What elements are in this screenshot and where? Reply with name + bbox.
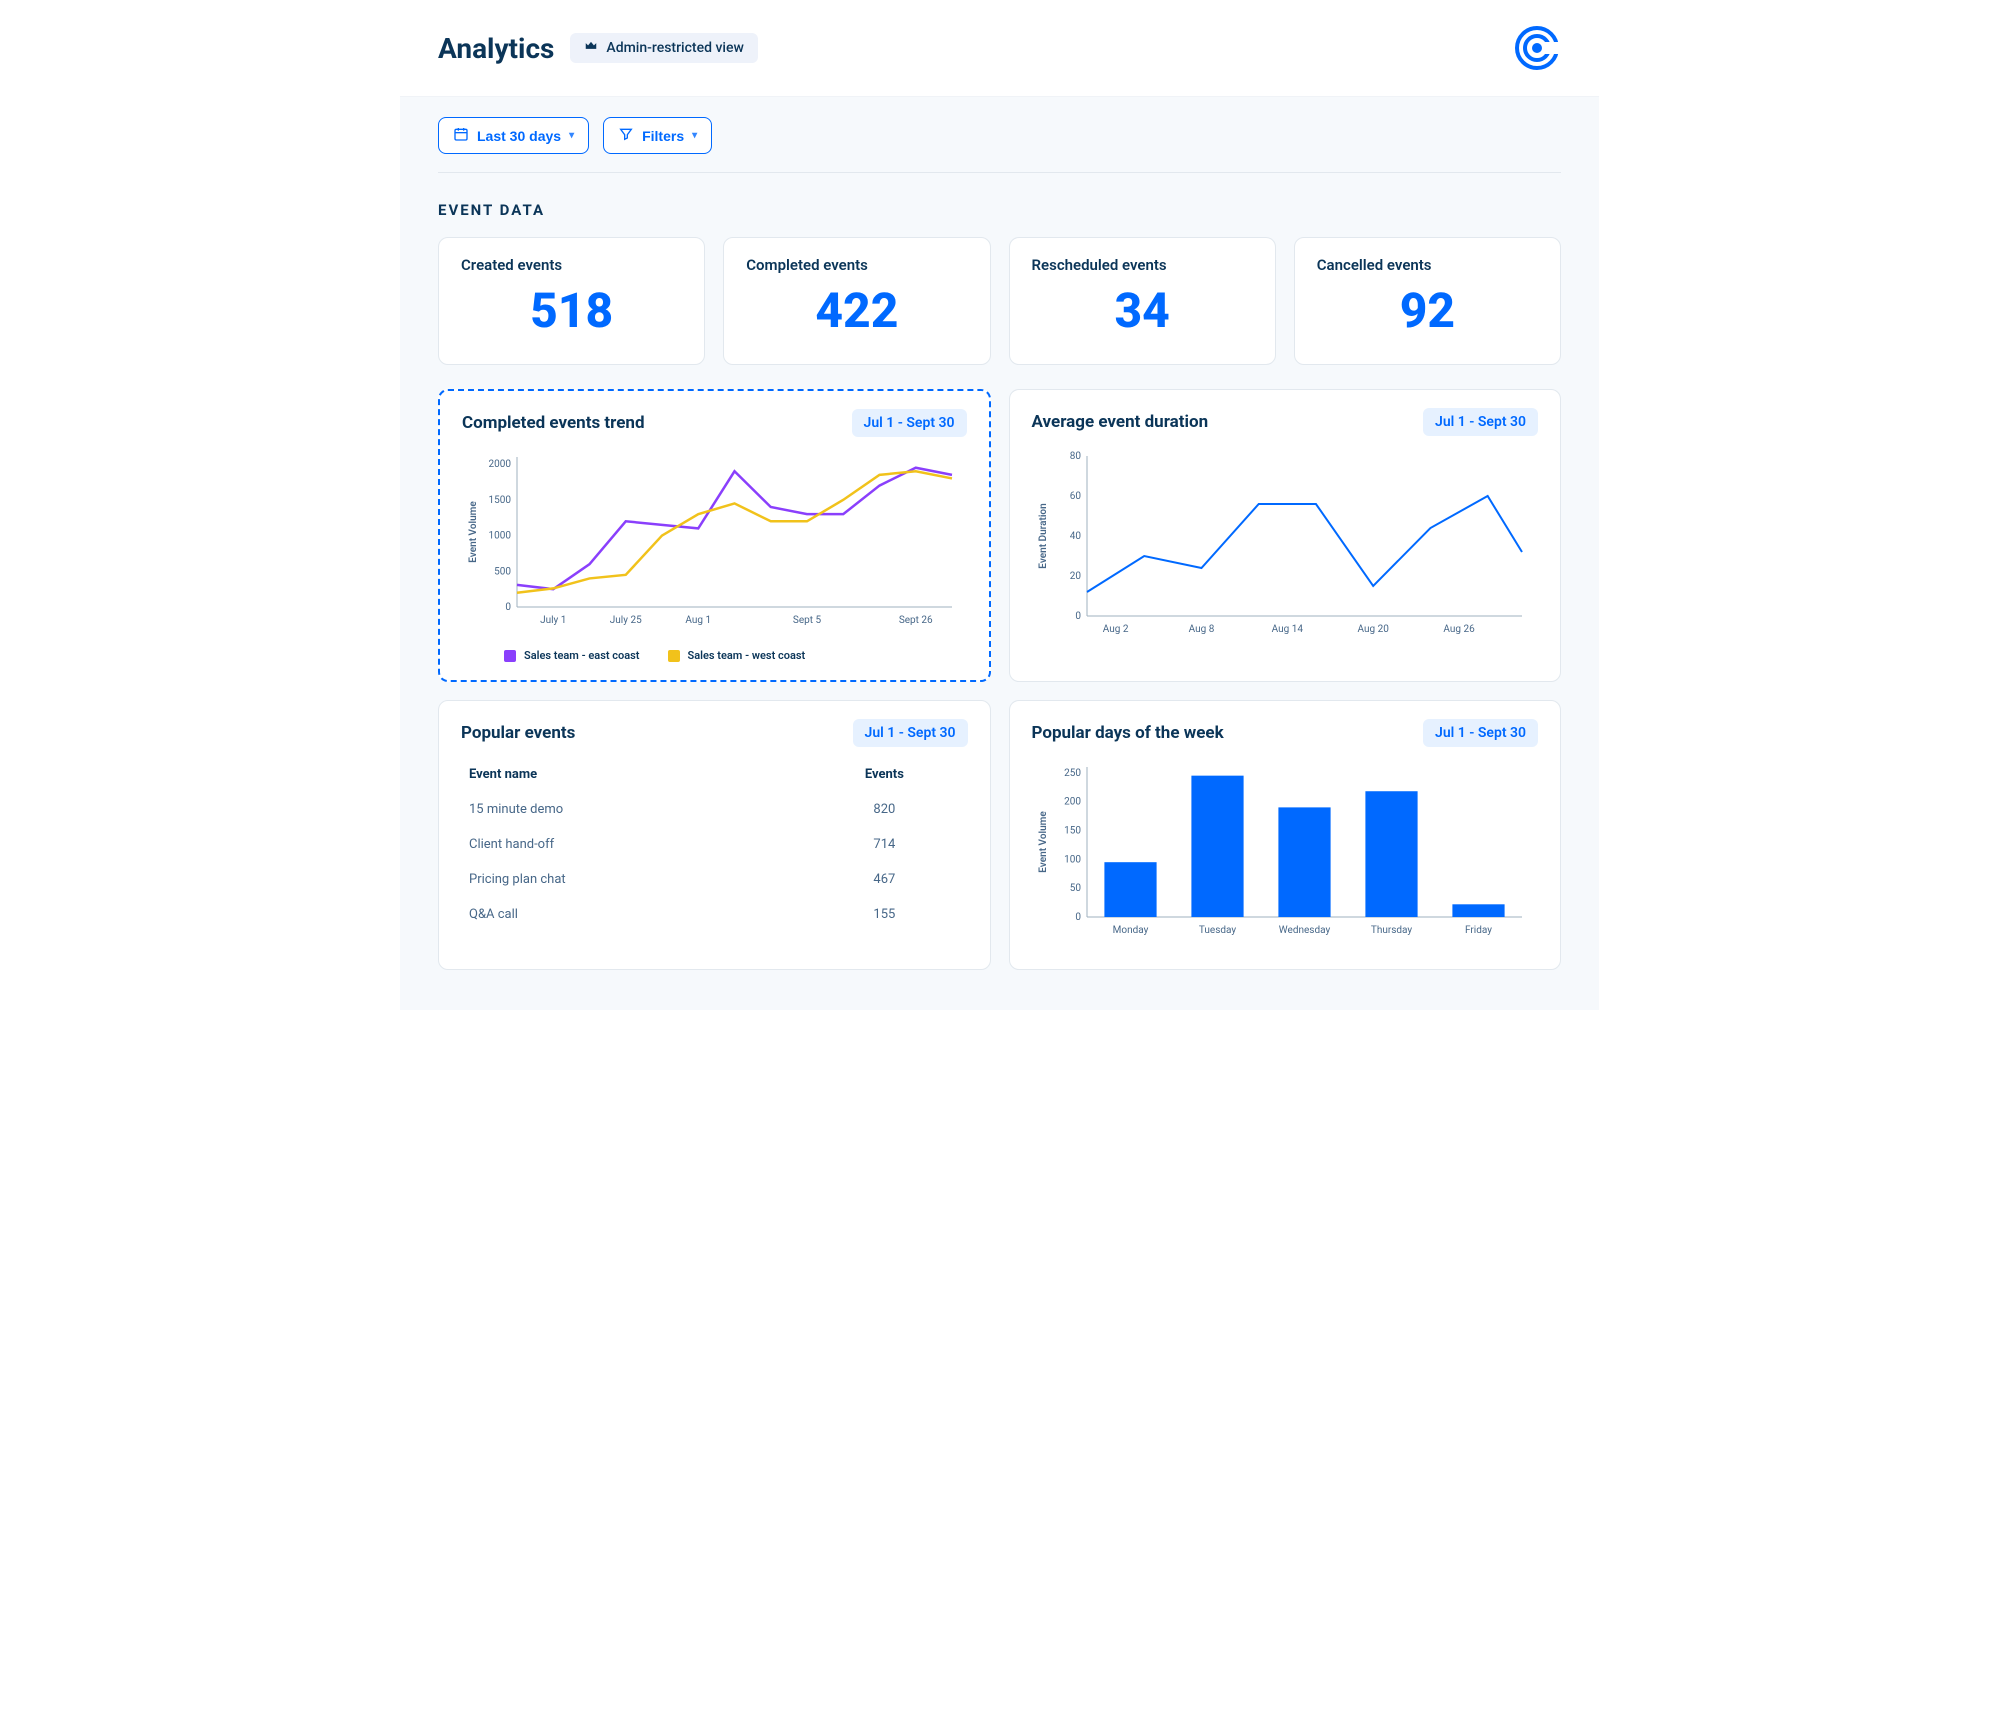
svg-text:Tuesday: Tuesday: [1198, 925, 1235, 936]
cell-event-count: 820: [801, 792, 967, 827]
line-chart: 0 20 40 60 80 Aug 2 Aug 8 Aug 14 Aug 20 Aug 26 Eve…: [1032, 446, 1539, 646]
svg-text:50: 50: [1069, 884, 1081, 895]
kpi-rescheduled-events: Rescheduled events 34: [1009, 237, 1276, 365]
kpi-value: 92: [1317, 280, 1538, 342]
table-row: Q&A call155: [461, 897, 968, 932]
table-row: Pricing plan chat467: [461, 862, 968, 897]
cell-event-name: Q&A call: [461, 897, 801, 932]
cell-event-name: Pricing plan chat: [461, 862, 801, 897]
svg-text:1000: 1000: [489, 531, 512, 542]
kpi-label: Created events: [461, 256, 682, 274]
svg-text:500: 500: [494, 567, 511, 578]
filters-button[interactable]: Filters ▾: [603, 117, 712, 154]
svg-text:100: 100: [1064, 855, 1081, 866]
chart-average-event-duration[interactable]: Average event duration Jul 1 - Sept 30 0…: [1009, 389, 1562, 682]
svg-text:Aug 26: Aug 26: [1443, 624, 1475, 635]
svg-text:200: 200: [1064, 797, 1081, 808]
date-range-badge: Jul 1 - Sept 30: [852, 409, 967, 437]
svg-text:80: 80: [1069, 451, 1081, 462]
kpi-value: 34: [1032, 280, 1253, 342]
legend-label: Sales team - west coast: [688, 649, 806, 662]
table-row: Client hand-off714: [461, 827, 968, 862]
topbar: Analytics Admin-restricted view: [400, 0, 1599, 96]
legend-label: Sales team - east coast: [524, 649, 640, 662]
col-event-name: Event name: [461, 757, 801, 792]
line-chart: 0 500 1000 1500 2000 July 1 July 25 Aug 1 Sept 5…: [462, 447, 967, 637]
brand-logo: [1513, 24, 1561, 72]
legend-item: Sales team - east coast: [504, 649, 640, 662]
svg-text:July 1: July 1: [540, 615, 566, 626]
cell-event-count: 467: [801, 862, 967, 897]
svg-text:July 25: July 25: [610, 615, 642, 626]
svg-text:Event Duration: Event Duration: [1038, 503, 1049, 569]
chevron-down-icon: ▾: [692, 130, 697, 141]
table-row: 15 minute demo820: [461, 792, 968, 827]
chart-popular-events[interactable]: Popular events Jul 1 - Sept 30 Event nam…: [438, 700, 991, 970]
cell-event-name: Client hand-off: [461, 827, 801, 862]
date-range-badge: Jul 1 - Sept 30: [853, 719, 968, 747]
legend-swatch: [668, 650, 680, 662]
popular-events-table: Event name Events 15 minute demo820Clien…: [461, 757, 968, 932]
admin-badge-label: Admin-restricted view: [606, 40, 743, 56]
kpi-cancelled-events: Cancelled events 92: [1294, 237, 1561, 365]
cell-event-count: 155: [801, 897, 967, 932]
col-events: Events: [801, 757, 967, 792]
kpi-label: Cancelled events: [1317, 256, 1538, 274]
svg-text:60: 60: [1069, 491, 1081, 502]
chevron-down-icon: ▾: [569, 130, 574, 141]
svg-text:20: 20: [1069, 571, 1081, 582]
svg-text:Aug 2: Aug 2: [1102, 624, 1128, 635]
svg-text:250: 250: [1064, 768, 1081, 779]
kpi-value: 518: [461, 280, 682, 342]
date-range-badge: Jul 1 - Sept 30: [1423, 408, 1538, 436]
divider: [438, 172, 1561, 173]
chart-completed-events-trend[interactable]: Completed events trend Jul 1 - Sept 30 0…: [438, 389, 991, 682]
chart-title: Popular events: [461, 723, 575, 743]
chart-title: Popular days of the week: [1032, 723, 1224, 743]
svg-text:Sept 26: Sept 26: [899, 615, 933, 626]
svg-text:0: 0: [1075, 611, 1081, 622]
section-title: EVENT DATA: [438, 201, 1561, 219]
svg-text:Aug 8: Aug 8: [1188, 624, 1214, 635]
bar-chart: 0 50 100 150 200 250 Event Volume Monday Tuesday…: [1032, 757, 1539, 947]
legend-swatch: [504, 650, 516, 662]
svg-text:Event Volume: Event Volume: [1038, 811, 1049, 873]
date-range-button[interactable]: Last 30 days ▾: [438, 117, 589, 154]
date-range-label: Last 30 days: [477, 128, 561, 144]
svg-text:1500: 1500: [489, 495, 512, 506]
filter-icon: [618, 126, 634, 145]
chart-title: Average event duration: [1032, 412, 1209, 432]
chart-popular-days[interactable]: Popular days of the week Jul 1 - Sept 30…: [1009, 700, 1562, 970]
crown-icon: [584, 39, 598, 57]
page-title: Analytics: [438, 32, 554, 65]
svg-text:0: 0: [505, 602, 511, 613]
svg-text:Aug 14: Aug 14: [1271, 624, 1303, 635]
kpi-value: 422: [746, 280, 967, 342]
svg-text:Sept 5: Sept 5: [793, 615, 822, 626]
svg-text:Aug 20: Aug 20: [1357, 624, 1389, 635]
kpi-label: Rescheduled events: [1032, 256, 1253, 274]
svg-text:150: 150: [1064, 826, 1081, 837]
kpi-completed-events: Completed events 422: [723, 237, 990, 365]
svg-text:Event Volume: Event Volume: [468, 501, 479, 563]
cell-event-count: 714: [801, 827, 967, 862]
cell-event-name: 15 minute demo: [461, 792, 801, 827]
svg-text:Thursday: Thursday: [1370, 925, 1412, 936]
svg-text:40: 40: [1069, 531, 1081, 542]
kpi-created-events: Created events 518: [438, 237, 705, 365]
svg-text:Friday: Friday: [1465, 925, 1492, 936]
legend-item: Sales team - west coast: [668, 649, 806, 662]
filters-label: Filters: [642, 128, 684, 144]
calendar-icon: [453, 126, 469, 145]
date-range-badge: Jul 1 - Sept 30: [1423, 719, 1538, 747]
svg-text:Wednesday: Wednesday: [1278, 925, 1330, 936]
svg-text:0: 0: [1075, 912, 1081, 923]
kpi-label: Completed events: [746, 256, 967, 274]
chart-title: Completed events trend: [462, 413, 645, 433]
svg-text:2000: 2000: [489, 460, 512, 471]
svg-text:Aug 1: Aug 1: [685, 615, 711, 626]
svg-text:Monday: Monday: [1112, 925, 1148, 936]
admin-restricted-badge: Admin-restricted view: [570, 33, 757, 63]
